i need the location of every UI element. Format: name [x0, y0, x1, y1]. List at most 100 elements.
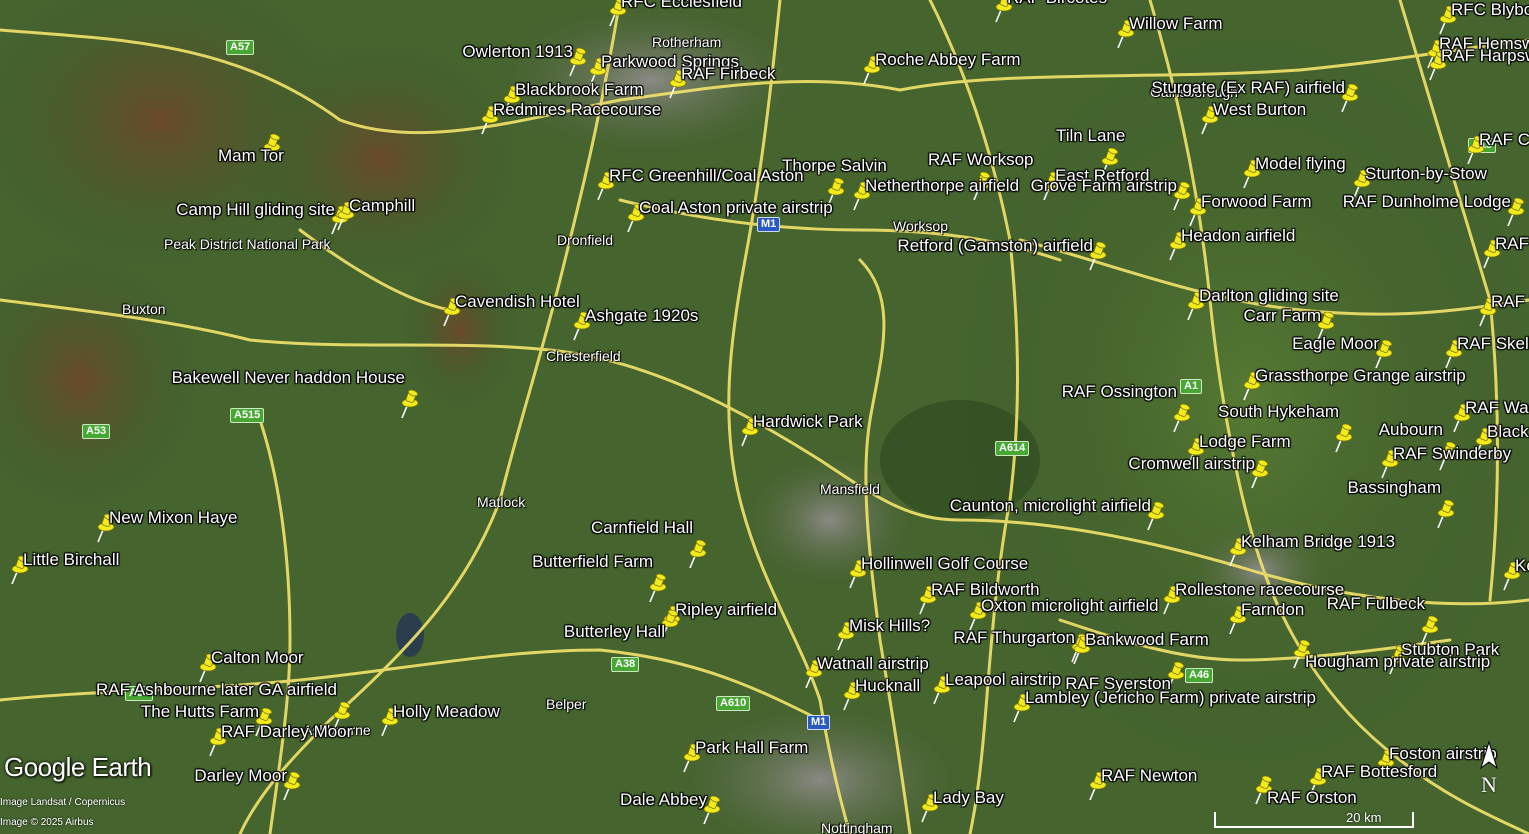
placemark-label: Leapool airstrip: [945, 670, 1062, 689]
placemark-label: Ashgate 1920s: [585, 306, 699, 325]
placemark[interactable]: RAF Firbeck: [664, 64, 775, 100]
placemark[interactable]: West Burton: [1196, 100, 1306, 136]
placemark-label: RAF Orston: [1267, 788, 1357, 807]
road-shield: M1: [757, 217, 781, 232]
placemark[interactable]: Kelham: [1498, 556, 1529, 592]
placemark[interactable]: RAF Waddington: [1474, 292, 1529, 328]
placemark[interactable]: Leapool airstrip: [928, 670, 1061, 706]
placemark[interactable]: Butterley Hall: [564, 609, 682, 641]
map-viewport[interactable]: Rotherham Gainsborough Worksop Dronfield Pea…: [0, 0, 1529, 834]
placemark[interactable]: South Hykeham: [1218, 402, 1356, 454]
placemark[interactable]: RAF Scampton South: [1478, 234, 1529, 270]
placemark[interactable]: Ashgate 1920s: [568, 306, 698, 342]
placemark-label: RAF Ossington: [1061, 382, 1177, 401]
placemark-label: RAF Bircotes: [1007, 0, 1107, 8]
placemark[interactable]: RAF Harpswell: [1424, 46, 1529, 82]
placemark[interactable]: New Mixon Haye: [92, 508, 238, 544]
placemark[interactable]: Cavendish Hotel: [438, 292, 580, 328]
placemark-label: Aubourn: [1378, 420, 1443, 439]
placemark[interactable]: Farndon: [1224, 600, 1304, 636]
placemark[interactable]: RAF Ossington: [1062, 382, 1194, 434]
placemark-label: West Burton: [1213, 100, 1307, 119]
placemark-label: Model flying: [1255, 154, 1346, 173]
placemark[interactable]: Willow Farm: [1112, 14, 1223, 50]
placemark[interactable]: Misk Hills?: [832, 616, 930, 652]
placemark[interactable]: RFC Ecclesfield: [604, 0, 742, 28]
placemark[interactable]: Redmires Racecourse: [476, 100, 661, 136]
placemark[interactable]: RFC Blyborough: [1434, 0, 1529, 36]
scale-bar: 20 km: [1214, 810, 1414, 828]
placemark[interactable]: Holly Meadow: [376, 702, 500, 738]
placemark[interactable]: Hardwick Park: [736, 412, 863, 448]
placemark[interactable]: Little Birchall: [6, 550, 119, 586]
placemark-label: Roche Abbey Farm: [875, 50, 1021, 69]
placemark-label: Ripley airfield: [675, 600, 778, 619]
placemark-label: New Mixon Haye: [109, 508, 238, 527]
placemark[interactable]: Coal Aston private airstrip: [622, 198, 833, 234]
placemark-label: Lodge Farm: [1199, 432, 1291, 451]
pushpin-icon: [1335, 423, 1353, 453]
placemark[interactable]: Hucknall: [838, 676, 920, 712]
placemark-label: RAF Harpswell: [1441, 46, 1529, 65]
placemark[interactable]: Carnfield Hall: [591, 518, 710, 570]
placemark[interactable]: Headon airfield: [1164, 226, 1295, 262]
placemark[interactable]: Mam Tor: [218, 133, 284, 165]
placemark-label: Farndon: [1241, 600, 1305, 619]
placemark[interactable]: Cromwell airstrip: [1128, 454, 1272, 490]
road-shield: A46: [1185, 668, 1214, 683]
placemark[interactable]: Lambley (Jericho Farm) private airstrip: [1008, 688, 1316, 724]
compass-arrow-icon: [1480, 740, 1498, 770]
placemark[interactable]: RAF Newton: [1084, 766, 1197, 802]
scale-label: 20 km: [1346, 810, 1382, 825]
placemark[interactable]: Kelham Bridge 1913: [1224, 532, 1395, 568]
placemark[interactable]: Lady Bay: [916, 788, 1004, 824]
placemark-label: RAF Darley Moor: [221, 722, 353, 741]
placemark[interactable]: RAF Swinderby: [1376, 444, 1511, 480]
placemark[interactable]: Caunton, microlight airfield: [950, 496, 1168, 532]
placemark-label: RAF Thurgarton: [953, 628, 1075, 647]
pushpin-icon: [1173, 403, 1191, 433]
placemark[interactable]: Model flying: [1238, 154, 1346, 190]
placemark-label: Bankwood Farm: [1085, 630, 1209, 649]
placemark[interactable]: RFC Greenhill/Coal Aston: [592, 166, 804, 202]
town-label: Dronfield: [557, 232, 614, 248]
placemark[interactable]: RAF Bircotes: [990, 0, 1107, 24]
road-shield: A610: [716, 696, 751, 711]
placemark[interactable]: Butterfield Farm: [532, 552, 670, 604]
placemark-label: RAF Firbeck: [681, 64, 776, 83]
placemark[interactable]: Watnall airstrip: [800, 654, 929, 690]
placemark[interactable]: Rollestone racecourse: [1158, 580, 1344, 616]
placemark-label: South Hykeham: [1218, 402, 1339, 421]
placemark-label: Forwood Farm: [1201, 192, 1312, 211]
placemark[interactable]: Retford (Gamston) airfield: [897, 236, 1110, 272]
placemark[interactable]: Camphill: [332, 196, 415, 232]
placemark[interactable]: RAF Orston: [1250, 775, 1357, 807]
placemark[interactable]: RAF Darley Moor: [204, 722, 352, 758]
placemark-label: Carnfield Hall: [590, 518, 693, 537]
placemark-label: RAF Waddington: [1465, 398, 1529, 417]
placemark[interactable]: Hollinwell Golf Course: [844, 554, 1028, 590]
placemark[interactable]: Sturgate (Ex RAF) airfield: [1151, 78, 1362, 114]
placemark[interactable]: Forwood Farm: [1184, 192, 1312, 228]
placemark[interactable]: Roche Abbey Farm: [858, 50, 1021, 86]
placemark[interactable]: Bassingham: [1347, 478, 1458, 530]
compass-north-button[interactable]: N: [1474, 740, 1504, 797]
town-label: Buxton: [122, 301, 166, 317]
placemark-label: Hollinwell Golf Course: [861, 554, 1029, 573]
town-label: Rotherham: [652, 34, 722, 50]
placemark[interactable]: Darlton gliding site: [1182, 286, 1339, 322]
placemark-label: Darlton gliding site: [1199, 286, 1339, 305]
placemark-label: Caunton, microlight airfield: [949, 496, 1151, 515]
placemark[interactable]: Darley Moor: [194, 766, 304, 802]
placemark[interactable]: Hougham private airstrip: [1288, 639, 1490, 671]
placemark[interactable]: Netherthorpe airfield: [848, 176, 1019, 212]
placemark[interactable]: RAF Bildworth: [914, 580, 1040, 616]
placemark[interactable]: Dale Abbey: [620, 790, 724, 826]
placemark[interactable]: Bakewell Never haddon House: [172, 368, 422, 420]
placemark[interactable]: RAF Dunholme Lodge: [1343, 192, 1528, 228]
pushpin-icon: [1437, 499, 1455, 529]
placemark[interactable]: Park Hall Farm: [678, 738, 808, 774]
placemark[interactable]: Grassthorpe Grange airstrip: [1238, 366, 1466, 402]
placemark[interactable]: RAF Coleby Grange: [1462, 130, 1529, 166]
placemark[interactable]: Bankwood Farm: [1068, 630, 1209, 666]
